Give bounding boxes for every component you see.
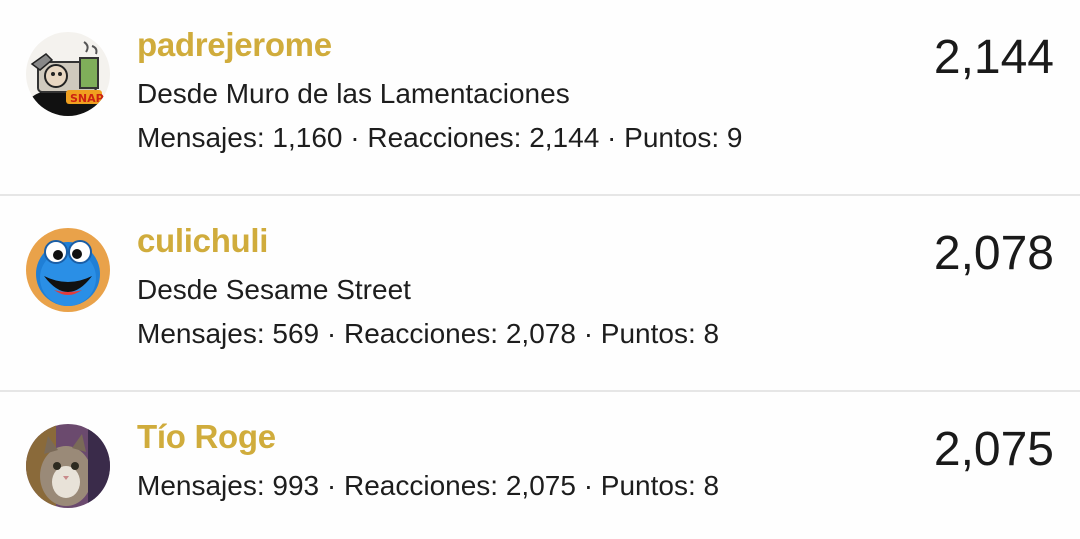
username-link[interactable]: culichuli xyxy=(137,222,268,260)
member-location: Desde Muro de las Lamentaciones xyxy=(137,78,570,109)
avatar[interactable] xyxy=(26,424,110,508)
list-item[interactable]: Tío Roge Mensajes: 993 · Reacciones: 2,0… xyxy=(0,392,1080,539)
member-stats: Mensajes: 1,160 · Reacciones: 2,144 · Pu… xyxy=(137,122,743,153)
avatar[interactable] xyxy=(26,228,110,312)
cookie-monster-avatar-icon xyxy=(26,228,110,312)
username-link[interactable]: padrejerome xyxy=(137,26,332,64)
snap-cartoon-avatar-icon: SNAP xyxy=(26,32,110,116)
avatar[interactable]: SNAP xyxy=(26,32,110,116)
member-location: Desde Sesame Street xyxy=(137,274,411,305)
list-item[interactable]: SNAP padrejerome Desde Muro de las Lamen… xyxy=(0,0,1080,196)
member-score: 2,075 xyxy=(933,423,1054,476)
member-stats: Mensajes: 569 · Reacciones: 2,078 · Punt… xyxy=(137,318,720,349)
member-score: 2,078 xyxy=(933,227,1054,280)
member-score: 2,144 xyxy=(933,31,1054,84)
list-item[interactable]: culichuli Desde Sesame Street Mensajes: … xyxy=(0,196,1080,392)
svg-text:SNAP: SNAP xyxy=(70,92,104,105)
member-leaderboard-list: SNAP padrejerome Desde Muro de las Lamen… xyxy=(0,0,1080,539)
member-stats: Mensajes: 993 · Reacciones: 2,075 · Punt… xyxy=(137,470,720,501)
cat-photo-avatar-icon xyxy=(26,424,110,508)
username-link[interactable]: Tío Roge xyxy=(137,418,276,456)
